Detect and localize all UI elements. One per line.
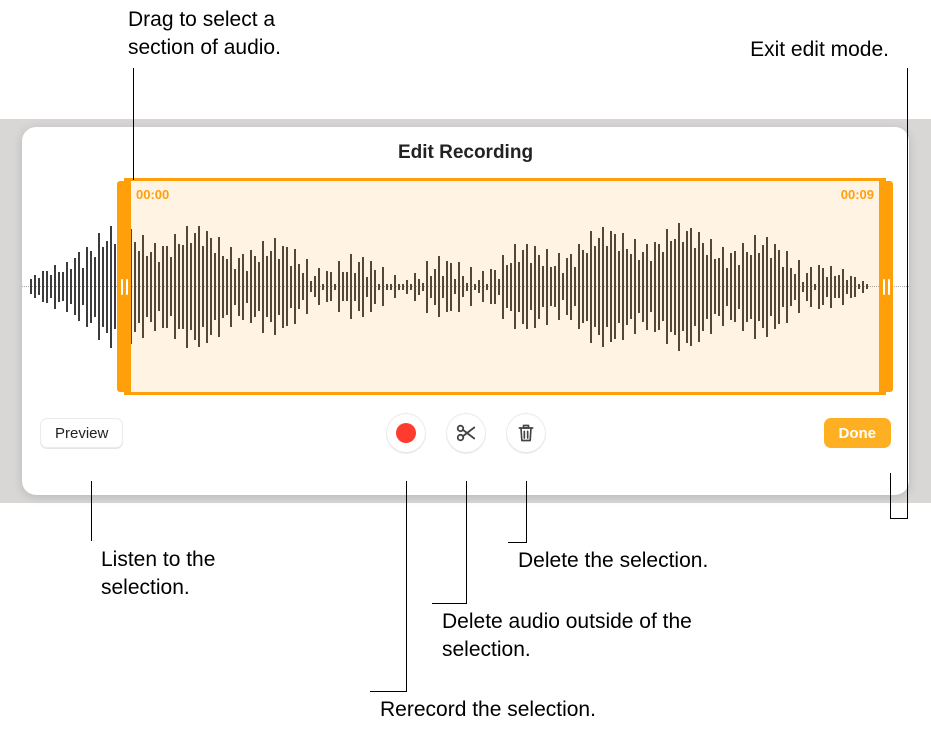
waveform-bar [46,271,48,303]
waveform-bar [110,226,112,348]
callout-delete-outside-selection: Delete audio outside of the selection. [442,608,702,665]
waveform-bar [78,252,80,321]
done-button[interactable]: Done [824,418,892,448]
waveform-bar [54,265,56,309]
waveform-bar [50,275,52,298]
waveform-bar [82,268,84,305]
preview-button[interactable]: Preview [40,418,123,448]
waveform-bar [70,269,72,304]
trim-button[interactable] [446,413,486,453]
toolbar: Preview [22,395,909,457]
waveform-bar [30,279,32,294]
callout-listen-to-selection: Listen to the selection. [101,546,271,603]
scissors-icon [455,422,477,444]
window-title: Edit Recording [22,127,909,178]
record-icon [396,423,416,443]
edit-recording-window: Edit Recording 00:00 00:09 Preview [22,127,909,495]
waveform-bar [86,247,88,327]
waveform-panel[interactable]: 00:00 00:09 [22,178,909,395]
waveform-bar [98,233,100,340]
waveform-bar [102,247,104,327]
selection-end-time: 00:09 [841,187,874,202]
waveform-bar [34,275,36,298]
waveform-bar [114,244,116,329]
waveform-bar [106,241,108,333]
waveform-bar [66,262,68,312]
leader-line [370,691,407,692]
callout-drag-to-select: Drag to select a section of audio. [128,6,338,63]
leader-line [91,481,92,541]
selection-handle-left[interactable] [117,181,131,392]
waveform-bar [94,257,96,317]
callout-delete-selection: Delete the selection. [518,547,778,575]
trash-icon [516,422,536,444]
selection-handle-right[interactable] [879,181,893,392]
waveform-bar [38,278,40,295]
waveform-bar [90,251,92,323]
leader-line [406,481,407,691]
callout-rerecord-selection: Rerecord the selection. [380,696,680,724]
leader-line [508,542,527,543]
callout-exit-edit-mode: Exit edit mode. [750,36,889,64]
leader-line [466,481,467,603]
leader-line [133,68,134,180]
leader-line [432,603,467,604]
waveform-bar [42,271,44,302]
delete-button[interactable] [506,413,546,453]
leader-line [907,68,908,519]
record-button[interactable] [386,413,426,453]
waveform-bar [58,272,60,302]
waveform-bar [74,258,76,315]
leader-line [890,518,908,519]
selection-start-time: 00:00 [136,187,169,202]
selection-box[interactable]: 00:00 00:09 [124,178,886,395]
leader-line [526,481,527,542]
center-button-group [386,413,546,453]
leader-line [890,473,891,519]
waveform-bar [62,272,64,301]
